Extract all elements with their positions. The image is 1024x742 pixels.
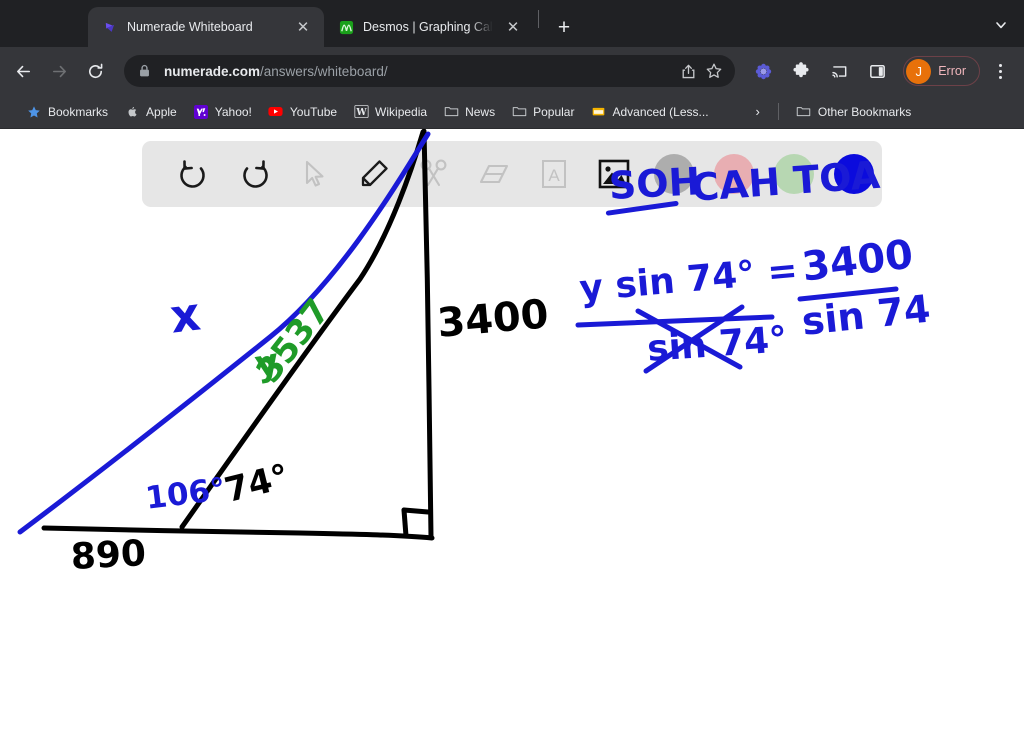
- url-path: /answers/whiteboard/: [260, 64, 388, 79]
- back-arrow-icon[interactable]: [6, 54, 40, 88]
- lock-icon: [138, 64, 154, 78]
- forward-arrow-icon: [42, 54, 76, 88]
- star-icon: [26, 104, 42, 120]
- tab-divider: [538, 10, 539, 28]
- address-bar[interactable]: numerade.com/answers/whiteboard/: [124, 55, 735, 87]
- bookmarks-bar: Bookmarks Apple Yahoo!: [0, 95, 1024, 129]
- tab-close-icon[interactable]: ✕: [502, 16, 524, 38]
- avatar: J: [906, 59, 931, 84]
- equation-numerator: y sin 74° =: [578, 250, 799, 310]
- mnemonic-soh: SOH: [608, 159, 702, 208]
- tab-close-icon[interactable]: ✕: [292, 16, 314, 38]
- bookmark-label: Apple: [146, 105, 177, 119]
- label-890-base: 890: [70, 533, 147, 578]
- browser-window: Numerade Whiteboard ✕ Desmos | Graphing …: [0, 0, 1024, 742]
- address-bar-text: numerade.com/answers/whiteboard/: [164, 64, 675, 79]
- numerade-icon: [102, 19, 118, 35]
- apple-icon: [124, 104, 140, 120]
- bookmark-item-news[interactable]: News: [435, 100, 503, 124]
- svg-text:74°: 74°: [221, 457, 293, 511]
- folder-yellow-icon: [590, 104, 606, 120]
- side-panel-icon[interactable]: [862, 56, 892, 86]
- bookmark-label: Advanced (Less...: [612, 105, 708, 119]
- tab-title: Numerade Whiteboard: [127, 20, 283, 34]
- bookmarks-divider: [778, 103, 779, 120]
- folder-icon: [511, 104, 527, 120]
- tab-search-chevron-down-icon[interactable]: [986, 10, 1016, 40]
- label-3400-side: 3400: [435, 291, 550, 347]
- bookmark-item-youtube[interactable]: YouTube: [260, 100, 345, 124]
- bookmark-label: Other Bookmarks: [818, 105, 911, 119]
- bookmark-item-popular[interactable]: Popular: [503, 100, 582, 124]
- svg-text:106°: 106°: [144, 471, 228, 517]
- bookmark-label: Yahoo!: [215, 105, 252, 119]
- work-mnemonic: SOH CAH TOA: [606, 153, 882, 213]
- label-x: x: [167, 286, 203, 343]
- bookmark-item-other-bookmarks[interactable]: Other Bookmarks: [788, 100, 919, 124]
- tab-title: Desmos | Graphing Calculator: [363, 20, 493, 34]
- navigation-toolbar: numerade.com/answers/whiteboard/: [0, 47, 1024, 95]
- wikipedia-icon: W: [353, 104, 369, 120]
- svg-text:W: W: [355, 107, 367, 118]
- bookmark-item-bookmarks[interactable]: Bookmarks: [18, 100, 116, 124]
- bookmarks-overflow-chevron-icon[interactable]: ›: [747, 100, 769, 123]
- desmos-icon: [338, 19, 354, 35]
- bookmark-label: Popular: [533, 105, 574, 119]
- bookmark-item-wikipedia[interactable]: W Wikipedia: [345, 100, 435, 124]
- extensions-puzzle-icon[interactable]: [786, 56, 816, 86]
- url-host: numerade.com: [164, 64, 260, 79]
- label-106-deg: 106°: [144, 471, 228, 517]
- bookmark-label: News: [465, 105, 495, 119]
- bookmark-label: Wikipedia: [375, 105, 427, 119]
- work-result: 3400 sin 74: [800, 231, 933, 343]
- folder-icon: [796, 104, 812, 120]
- bookmark-label: Bookmarks: [48, 105, 108, 119]
- work-equation: y sin 74° = sin 74°: [578, 250, 799, 371]
- whiteboard-page: A: [0, 129, 1024, 742]
- result-numerator: 3400: [800, 231, 916, 290]
- svg-text:890: 890: [70, 533, 147, 578]
- whiteboard-canvas[interactable]: 3400 890 74° 106° x: [0, 129, 1024, 742]
- profile-chip[interactable]: J Error: [903, 56, 980, 86]
- tab-strip: Numerade Whiteboard ✕ Desmos | Graphing …: [0, 0, 1024, 47]
- extension-flower-icon[interactable]: [748, 56, 778, 86]
- bookmark-label: YouTube: [290, 105, 337, 119]
- tab-numerade-whiteboard[interactable]: Numerade Whiteboard ✕: [88, 7, 324, 47]
- reload-icon[interactable]: [78, 54, 112, 88]
- mnemonic-cah-toa: CAH TOA: [690, 153, 882, 210]
- bookmark-item-yahoo[interactable]: Yahoo!: [185, 100, 260, 124]
- bookmark-item-apple[interactable]: Apple: [116, 100, 185, 124]
- new-tab-button[interactable]: +: [549, 12, 579, 42]
- status-badge: Error: [938, 64, 966, 78]
- drawing-strokes: 3400 890 74° 106° x: [0, 129, 1024, 691]
- label-74-deg: 74°: [221, 457, 293, 511]
- cast-icon[interactable]: [824, 56, 854, 86]
- svg-text:3400: 3400: [435, 291, 550, 347]
- bookmark-item-advanced[interactable]: Advanced (Less...: [582, 100, 716, 124]
- svg-text:x: x: [167, 286, 203, 343]
- youtube-icon: [268, 104, 284, 120]
- star-icon[interactable]: [701, 58, 727, 84]
- tab-desmos-graphing-calculator[interactable]: Desmos | Graphing Calculator ✕: [324, 7, 534, 47]
- share-icon[interactable]: [675, 58, 701, 84]
- yahoo-icon: [193, 104, 209, 120]
- three-dot-menu-icon[interactable]: [986, 56, 1014, 86]
- folder-icon: [443, 104, 459, 120]
